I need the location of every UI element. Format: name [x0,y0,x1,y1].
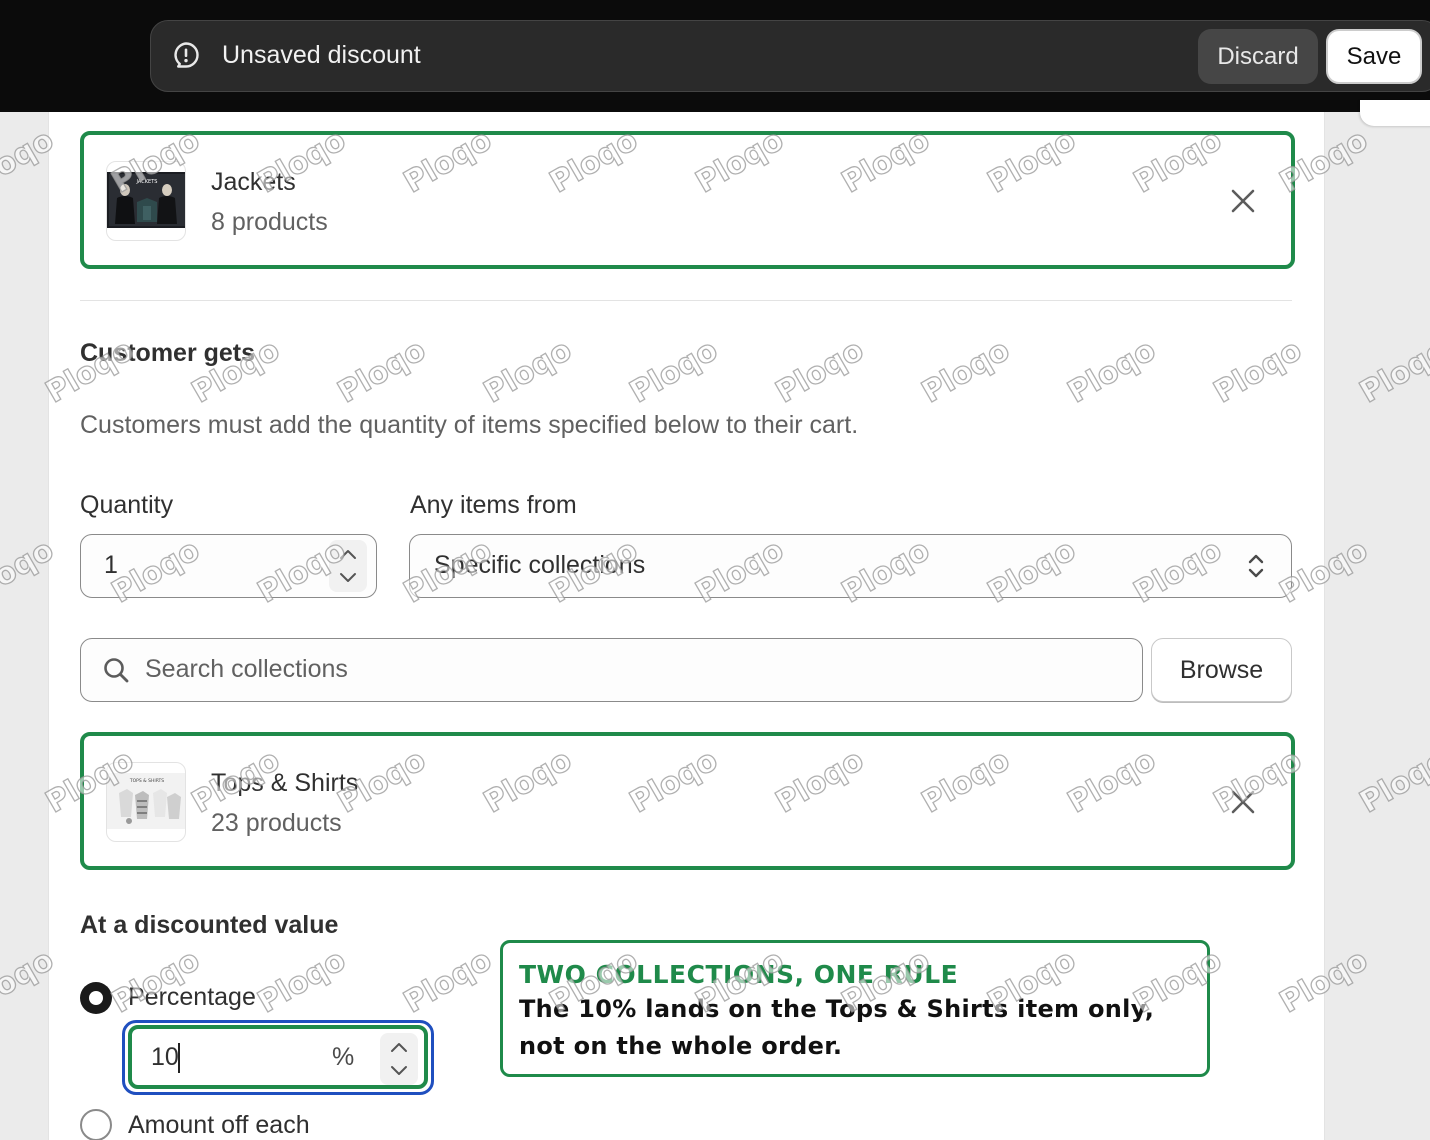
chevron-down-icon[interactable] [338,571,358,585]
percentage-stepper[interactable] [380,1033,418,1085]
chevron-up-icon[interactable] [389,1040,409,1054]
collection-item-jackets: JACKETS Jackets 8 products [80,131,1295,269]
remove-x-icon[interactable] [1229,187,1257,215]
collection-name: Jackets [211,168,296,196]
save-bar-title: Unsaved discount [222,41,421,69]
collection-thumbnail: TOPS & SHIRTS [106,762,186,842]
annotation-line-1: The 10% lands on the Tops & Shirts item … [519,995,1155,1023]
collection-thumbnail: JACKETS [106,161,186,241]
browse-button[interactable]: Browse [1151,638,1292,702]
section-divider [80,300,1292,301]
search-placeholder: Search collections [145,655,348,683]
save-button[interactable]: Save [1326,29,1422,84]
discard-button[interactable]: Discard [1198,29,1318,84]
quantity-label: Quantity [80,491,174,519]
thumb-label: JACKETS [136,179,158,185]
remove-x-icon[interactable] [1229,788,1257,816]
any-items-selected-value: Specific collections [434,551,646,579]
thumb-label: TOPS & SHIRTS [129,778,164,784]
select-chevron-icon [1248,554,1264,578]
section-heading-customer-gets: Customer gets [80,339,256,367]
annotation-title: TWO COLLECTIONS, ONE RULE [519,960,959,989]
collection-product-count: 8 products [211,208,328,236]
annotation-line-2: not on the whole order. [519,1032,843,1060]
text-cursor [178,1043,180,1073]
amount-off-each-label: Amount off each [128,1111,310,1139]
percentage-value: 10 [151,1043,179,1071]
quantity-value: 1 [104,551,118,579]
quantity-stepper[interactable] [329,540,367,592]
watermark-text: Ploqo [1353,332,1430,411]
search-icon [104,658,129,683]
alert-circle-icon [174,42,199,68]
chevron-up-icon[interactable] [338,547,358,561]
collection-item-tops-shirts: TOPS & SHIRTS Tops & Shirts 23 products [80,732,1295,870]
percent-suffix: % [332,1043,355,1071]
radio-percentage[interactable] [80,982,112,1014]
watermark-text: Ploqo [1353,742,1430,821]
panel-edge [1360,100,1430,126]
radio-amount-off-each[interactable] [80,1109,112,1140]
section-heading-discounted-value: At a discounted value [80,911,339,939]
collection-name: Tops & Shirts [211,769,359,797]
chevron-down-icon[interactable] [389,1064,409,1078]
collection-product-count: 23 products [211,809,342,837]
annotation-callout: TWO COLLECTIONS, ONE RULE The 10% lands … [500,940,1210,1077]
any-items-from-label: Any items from [410,491,577,519]
customer-gets-help-text: Customers must add the quantity of items… [80,411,859,439]
percentage-option-label: Percentage [128,983,256,1011]
